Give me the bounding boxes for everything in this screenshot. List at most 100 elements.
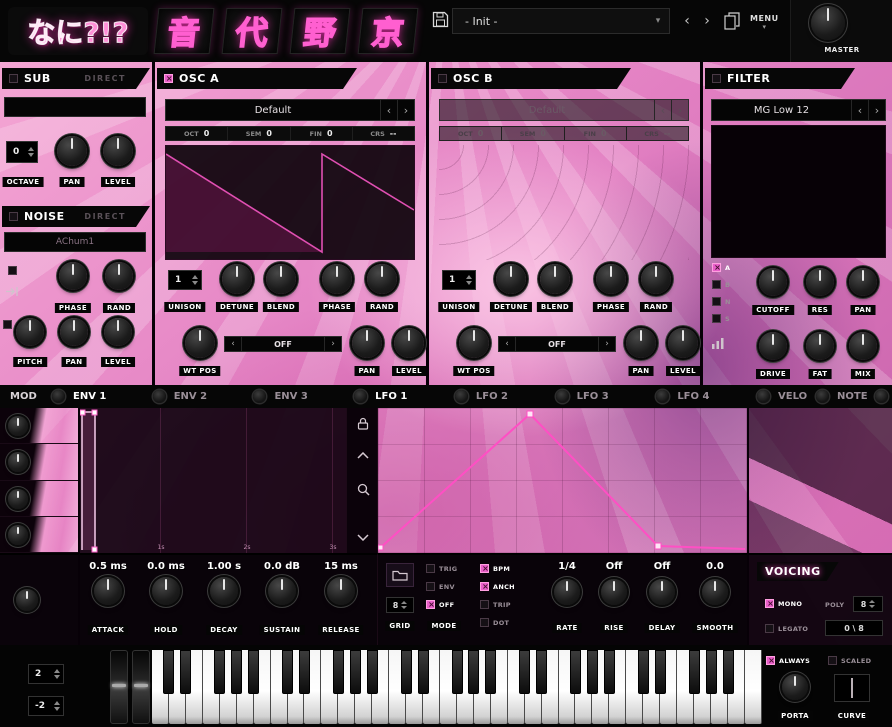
- lfo-bpm-switch[interactable]: BPM: [480, 564, 510, 573]
- sub-wave-selector[interactable]: [4, 97, 146, 117]
- porta-scaled-switch[interactable]: SCALED: [828, 656, 871, 665]
- master-volume-knob[interactable]: [811, 6, 845, 40]
- prev-mode-button[interactable]: ‹: [499, 337, 516, 351]
- mod-amount-knob[interactable]: [354, 390, 368, 403]
- tab-note[interactable]: NOTE: [829, 391, 875, 402]
- osc-b-wtpos-knob[interactable]: [459, 328, 489, 358]
- filter-response-display[interactable]: [711, 125, 886, 258]
- osc-b-fin-cell[interactable]: FIN 0: [565, 127, 627, 140]
- preset-selector[interactable]: - Init - ▾: [452, 8, 670, 34]
- black-key[interactable]: [604, 650, 615, 694]
- dot-checkbox[interactable]: [480, 618, 489, 627]
- delay-value[interactable]: Off: [654, 561, 671, 572]
- noise-keytrack-checkbox[interactable]: [8, 266, 17, 275]
- release-knob[interactable]: [327, 577, 355, 605]
- next-wavetable-button[interactable]: ›: [397, 100, 414, 120]
- macro-4-knob[interactable]: [8, 524, 28, 545]
- save-icon[interactable]: [432, 11, 449, 32]
- porta-curve-display[interactable]: [834, 674, 870, 702]
- filter-input-s[interactable]: S: [712, 314, 730, 323]
- osc-a-blend-knob[interactable]: [266, 264, 296, 294]
- osc-a-sem-cell[interactable]: SEM 0: [228, 127, 291, 140]
- tab-env-3[interactable]: ENV 3: [266, 391, 354, 402]
- prev-filter-button[interactable]: ‹: [851, 100, 868, 120]
- tab-lfo-2[interactable]: LFO 2: [468, 391, 556, 402]
- osc-b-detune-knob[interactable]: [496, 264, 526, 294]
- noise-pitch-knob[interactable]: [16, 318, 44, 346]
- osc-b-wavetable-selector[interactable]: Default ‹ ›: [439, 99, 689, 121]
- macro-3-knob[interactable]: [8, 488, 28, 509]
- osc-b-pan-knob[interactable]: [626, 328, 656, 358]
- mod-amount-knob[interactable]: [253, 390, 267, 403]
- off-checkbox[interactable]: [426, 600, 436, 609]
- black-key[interactable]: [417, 650, 429, 694]
- macro-5-knob[interactable]: [16, 589, 38, 611]
- black-key[interactable]: [637, 650, 649, 694]
- osc-a-rand-knob[interactable]: [367, 264, 397, 294]
- porta-knob[interactable]: [782, 674, 808, 700]
- black-key[interactable]: [332, 650, 344, 694]
- black-key[interactable]: [180, 650, 192, 694]
- scaled-checkbox[interactable]: [828, 656, 837, 665]
- mod-amount-knob[interactable]: [816, 390, 830, 403]
- bpm-checkbox[interactable]: [480, 564, 490, 573]
- sub-octave-stepper[interactable]: 0: [6, 141, 38, 163]
- copy-icon[interactable]: [724, 12, 740, 34]
- lfo-1-display[interactable]: [378, 408, 747, 553]
- legato-checkbox[interactable]: [765, 624, 774, 633]
- attack-knob[interactable]: [94, 577, 122, 605]
- sub-enable-checkbox[interactable]: [9, 74, 18, 83]
- osc-a-level-knob[interactable]: [394, 328, 424, 358]
- filter-input-b[interactable]: B: [712, 280, 730, 289]
- lfo-anch-switch[interactable]: ANCH: [480, 582, 515, 591]
- porta-always-switch[interactable]: ALWAYS: [766, 656, 810, 665]
- legato-switch[interactable]: LEGATO: [765, 624, 808, 633]
- lfo-trip-switch[interactable]: TRIP: [480, 600, 511, 609]
- sub-level-knob[interactable]: [103, 136, 133, 166]
- black-key[interactable]: [468, 650, 480, 694]
- env-1-display[interactable]: 1s 2s 3s: [80, 408, 346, 553]
- noise-rand-knob[interactable]: [105, 262, 133, 290]
- filter-input-n-checkbox[interactable]: [712, 297, 721, 306]
- black-key[interactable]: [248, 650, 260, 694]
- black-key[interactable]: [722, 650, 734, 694]
- black-key[interactable]: [654, 650, 666, 694]
- menu-button[interactable]: MENU ▾: [750, 14, 779, 31]
- filter-fat-knob[interactable]: [806, 332, 834, 360]
- next-mode-button[interactable]: ›: [598, 337, 615, 351]
- tab-mod[interactable]: MOD: [0, 391, 52, 402]
- mod-amount-knob[interactable]: [656, 390, 670, 403]
- osc-a-unison-stepper[interactable]: 1: [168, 270, 202, 290]
- black-key[interactable]: [705, 650, 717, 694]
- lfo-browser-button[interactable]: [386, 563, 414, 587]
- pitch-wheel[interactable]: [110, 650, 128, 724]
- black-key[interactable]: [400, 650, 412, 694]
- osc-a-fin-cell[interactable]: FIN 0: [291, 127, 353, 140]
- prev-preset-button[interactable]: ‹: [678, 8, 696, 34]
- tab-velo[interactable]: VELO: [770, 391, 816, 402]
- lfo-trig-switch[interactable]: TRIG: [426, 564, 457, 573]
- sustain-knob[interactable]: [268, 577, 296, 605]
- osc-a-spectral-mode[interactable]: ‹ OFF ›: [224, 336, 342, 352]
- white-key[interactable]: [744, 650, 762, 724]
- anch-checkbox[interactable]: [480, 582, 490, 591]
- trig-checkbox[interactable]: [426, 564, 435, 573]
- black-key[interactable]: [485, 650, 497, 694]
- osc-b-phase-knob[interactable]: [596, 264, 626, 294]
- filter-drive-knob[interactable]: [759, 332, 787, 360]
- osc-a-crs-cell[interactable]: CRS --: [353, 127, 414, 140]
- osc-b-blend-knob[interactable]: [540, 264, 570, 294]
- osc-a-enable-checkbox[interactable]: [164, 74, 173, 83]
- next-preset-button[interactable]: ›: [698, 8, 716, 34]
- noise-phase-knob[interactable]: [59, 262, 87, 290]
- noise-level-knob[interactable]: [104, 318, 132, 346]
- mod-wheel[interactable]: [132, 650, 150, 724]
- filter-enable-checkbox[interactable]: [712, 74, 721, 83]
- decay-knob[interactable]: [210, 577, 238, 605]
- noise-enable-checkbox[interactable]: [9, 212, 18, 221]
- hold-value[interactable]: 0.0 ms: [147, 561, 185, 572]
- black-key[interactable]: [163, 650, 175, 694]
- macro-1-knob[interactable]: [8, 416, 28, 436]
- black-key[interactable]: [214, 650, 226, 694]
- zoom-icon[interactable]: [356, 482, 370, 496]
